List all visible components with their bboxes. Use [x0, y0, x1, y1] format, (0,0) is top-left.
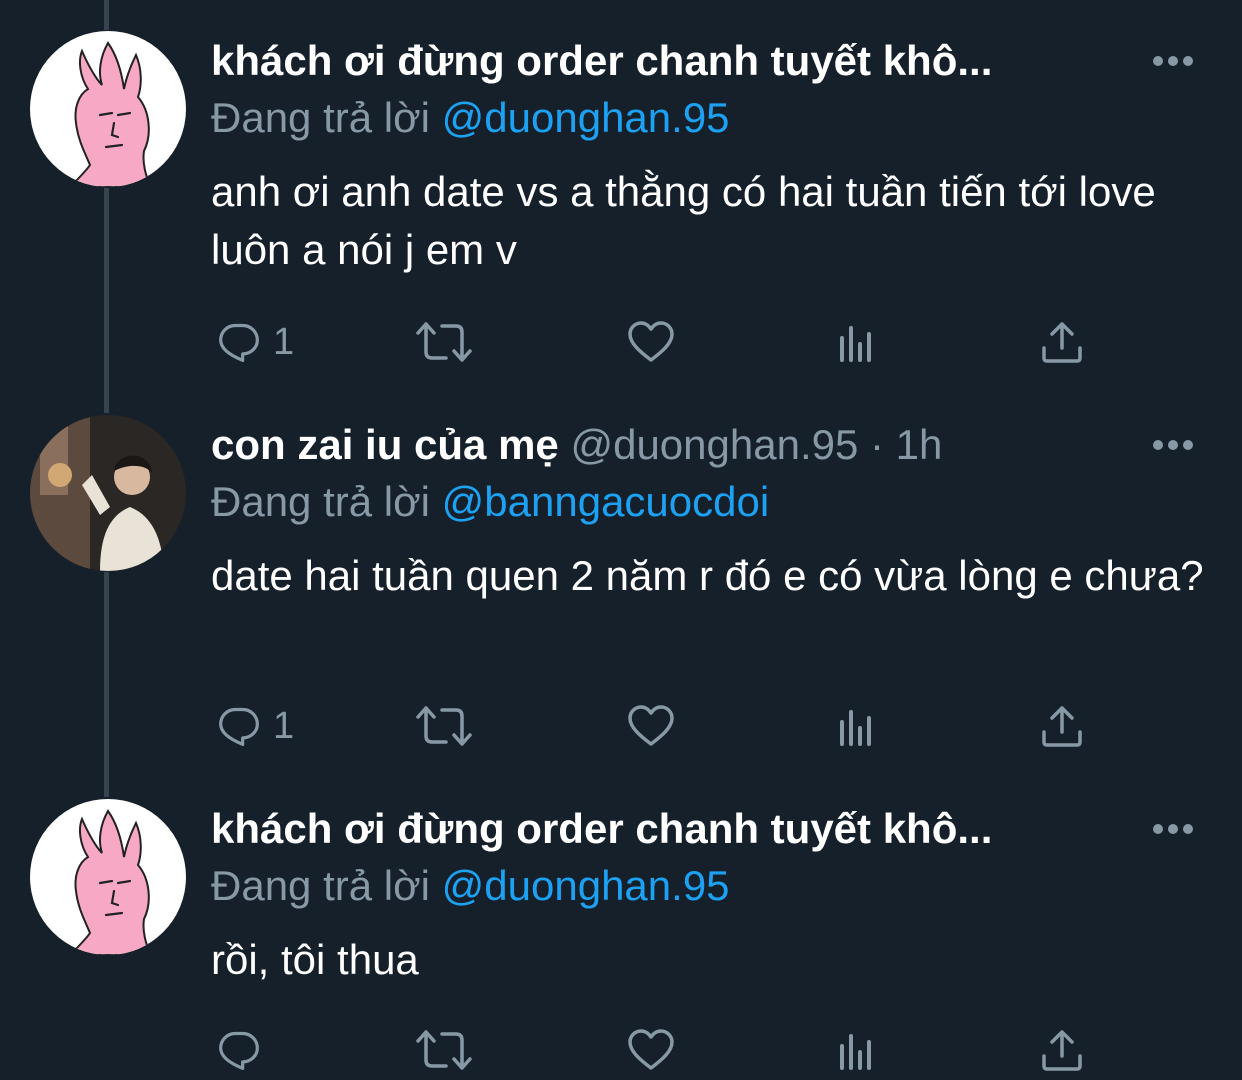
retweet-button[interactable]: [414, 1020, 474, 1080]
more-icon[interactable]: [1152, 823, 1194, 835]
avatar[interactable]: [30, 799, 186, 955]
avatar[interactable]: [30, 31, 186, 187]
retweet-button[interactable]: [414, 312, 474, 372]
photo-avatar: [30, 415, 186, 571]
share-button[interactable]: [1040, 312, 1084, 372]
retweet-icon: [414, 318, 474, 366]
share-icon: [1040, 704, 1084, 748]
analytics-icon: [836, 1030, 876, 1070]
mention-link[interactable]: @duonghan.95: [442, 94, 730, 141]
more-icon[interactable]: [1152, 55, 1194, 67]
replying-to: Đang trả lời @banngacuocdoi: [211, 474, 769, 530]
like-button[interactable]: [627, 696, 675, 756]
reply-prefix: Đang trả lời: [211, 862, 442, 909]
avatar[interactable]: [30, 415, 186, 571]
heart-icon: [627, 320, 675, 364]
timestamp[interactable]: 1h: [896, 421, 943, 468]
tweet-header: con zai iu của mẹ @duonghan.95 · 1h: [211, 415, 1112, 475]
mention-link[interactable]: @banngacuocdoi: [442, 478, 770, 525]
pink-bunny-avatar: [30, 799, 186, 955]
reply-icon: [215, 704, 263, 748]
tweet-text: rồi, tôi thua: [211, 936, 419, 983]
share-button[interactable]: [1040, 696, 1084, 756]
tweet-actions: 1: [0, 312, 1242, 372]
tweet-actions: [0, 1020, 1242, 1080]
replying-to: Đang trả lời @duonghan.95: [211, 90, 730, 146]
tweet-text: date hai tuần quen 2 năm r đó e có vừa l…: [211, 552, 1204, 599]
reply-button[interactable]: 1: [215, 696, 294, 756]
pink-bunny-avatar: [30, 31, 186, 187]
display-name[interactable]: khách ơi đừng order chanh tuyết khô...: [211, 37, 992, 84]
share-icon: [1040, 1028, 1084, 1072]
analytics-icon: [836, 322, 876, 362]
display-name[interactable]: khách ơi đừng order chanh tuyết khô...: [211, 805, 992, 852]
tweet[interactable]: khách ơi đừng order chanh tuyết khô... Đ…: [0, 768, 1242, 1080]
reply-icon: [215, 1028, 263, 1072]
reply-button[interactable]: [215, 1020, 263, 1080]
analytics-button[interactable]: [836, 1020, 876, 1080]
user-handle[interactable]: @duonghan.95: [570, 421, 870, 468]
retweet-icon: [414, 702, 474, 750]
retweet-button[interactable]: [414, 696, 474, 756]
heart-icon: [627, 704, 675, 748]
tweet-actions: 1: [0, 696, 1242, 756]
share-button[interactable]: [1040, 1020, 1084, 1080]
tweet[interactable]: con zai iu của mẹ @duonghan.95 · 1h Đang…: [0, 384, 1242, 784]
tweet-header: khách ơi đừng order chanh tuyết khô...: [211, 31, 1112, 91]
tweet-header: khách ơi đừng order chanh tuyết khô...: [211, 799, 1112, 859]
reply-count: 1: [273, 704, 295, 747]
like-button[interactable]: [627, 1020, 675, 1080]
analytics-button[interactable]: [836, 312, 876, 372]
display-name[interactable]: con zai iu của mẹ: [211, 421, 570, 468]
share-icon: [1040, 320, 1084, 364]
analytics-icon: [836, 706, 876, 746]
reply-button[interactable]: 1: [215, 312, 294, 372]
replying-to: Đang trả lời @duonghan.95: [211, 858, 730, 914]
tweet[interactable]: khách ơi đừng order chanh tuyết khô... Đ…: [0, 0, 1242, 400]
analytics-button[interactable]: [836, 696, 876, 756]
like-button[interactable]: [627, 312, 675, 372]
tweet-thread: khách ơi đừng order chanh tuyết khô... Đ…: [0, 0, 1242, 1080]
mention-link[interactable]: @duonghan.95: [442, 862, 730, 909]
tweet-text: anh ơi anh date vs a thằng có hai tuần t…: [211, 168, 1156, 273]
reply-prefix: Đang trả lời: [211, 94, 442, 141]
reply-icon: [215, 320, 263, 364]
reply-count: 1: [273, 320, 295, 363]
separator: ·: [870, 421, 896, 468]
heart-icon: [627, 1028, 675, 1072]
reply-prefix: Đang trả lời: [211, 478, 442, 525]
retweet-icon: [414, 1026, 474, 1074]
more-icon[interactable]: [1152, 439, 1194, 451]
